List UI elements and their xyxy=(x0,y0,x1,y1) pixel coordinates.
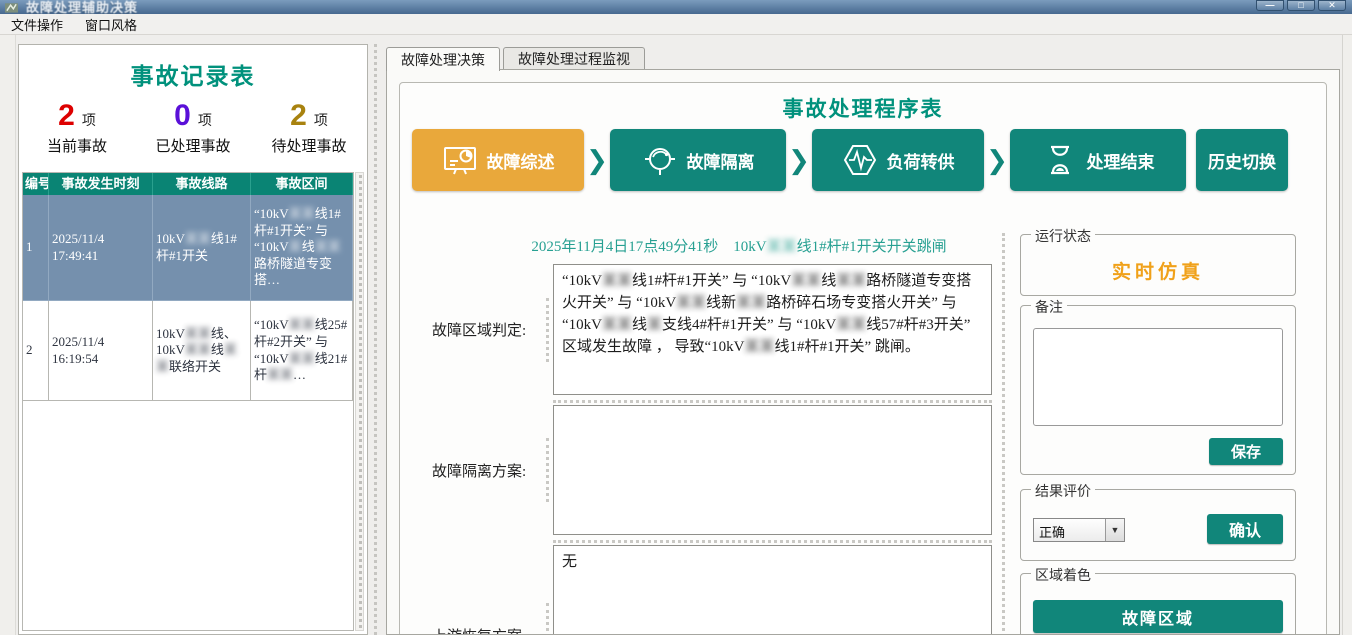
notes-legend: 备注 xyxy=(1031,297,1067,317)
stat-current-unit: 项 xyxy=(82,110,96,130)
title-bar: 故障处理辅助决策 — □ ✕ xyxy=(0,0,1352,14)
stat-current-value: 2 xyxy=(58,101,75,131)
maximize-button[interactable]: □ xyxy=(1287,0,1315,11)
fault-area-color-button[interactable]: 故障区域 xyxy=(1033,600,1283,633)
step-process-end-button[interactable]: 处理结束 xyxy=(1010,129,1186,191)
menu-bar: 文件操作 窗口风格 xyxy=(0,14,1352,35)
row2-line: 10kV某某线、10kV某某线某某联络开关 xyxy=(156,326,247,376)
stat-pending-accidents: 2 项 待处理事故 xyxy=(251,101,367,156)
accident-stats: 2 项 当前事故 0 项 已处理事故 2 项 待处理事故 xyxy=(19,101,367,156)
close-button[interactable]: ✕ xyxy=(1318,0,1346,11)
evaluation-selected-option: 正确 xyxy=(1034,519,1105,541)
step-label: 处理结束 xyxy=(1087,148,1155,173)
step-label: 故障隔离 xyxy=(687,148,755,173)
menu-window-style[interactable]: 窗口风格 xyxy=(74,15,148,34)
upstream-recovery-textbox[interactable]: 无 xyxy=(553,545,992,635)
upstream-recovery-label: 上游恢复方案: xyxy=(432,545,544,635)
row2-id: 2 xyxy=(26,342,45,359)
stat-pending-value: 2 xyxy=(290,101,307,131)
history-switch-button[interactable]: 历史切换 xyxy=(1196,129,1288,191)
evaluation-select[interactable]: 正确 ▼ xyxy=(1033,518,1125,542)
header-time[interactable]: 事故发生时刻 xyxy=(49,173,153,195)
fault-isolation-row: 故障隔离方案: xyxy=(418,405,992,535)
table-scrollbar[interactable] xyxy=(355,172,364,631)
chevron-down-icon: ▼ xyxy=(1105,519,1124,541)
procedure-group: 事故处理程序表 故障综述 ❯ xyxy=(399,82,1327,635)
table-row[interactable]: 1 2025/11/4 17:49:41 10kV某某线1#杆#1开关 “10k… xyxy=(23,195,353,301)
accident-table: 编号 事故发生时刻 事故线路 事故区间 1 2025/11/4 17:49:41… xyxy=(22,172,354,631)
horizontal-splitter-handle[interactable] xyxy=(553,540,992,543)
row1-time: 2025/11/4 17:49:41 xyxy=(52,231,149,264)
stat-processed-value: 0 xyxy=(174,101,191,131)
stat-processed-label: 已处理事故 xyxy=(135,135,251,156)
menu-file-operations[interactable]: 文件操作 xyxy=(0,15,74,34)
stat-current-label: 当前事故 xyxy=(19,135,135,156)
stat-processed-accidents: 0 项 已处理事故 xyxy=(135,101,251,156)
evaluation-group: 结果评价 正确 ▼ 确认 xyxy=(1020,489,1296,561)
hourglass-icon xyxy=(1042,142,1078,178)
tab-fault-decision[interactable]: 故障处理决策 xyxy=(386,47,500,71)
procedure-steps: 故障综述 ❯ 故障隔离 ❯ 负荷转供 xyxy=(412,129,1316,191)
stat-pending-unit: 项 xyxy=(314,110,328,130)
procedure-title: 事故处理程序表 xyxy=(400,93,1326,123)
table-row[interactable]: 2 2025/11/4 16:19:54 10kV某某线、10kV某某线某某联络… xyxy=(23,301,353,401)
upstream-recovery-row: 上游恢复方案: 无 xyxy=(418,545,992,635)
row2-time: 2025/11/4 16:19:54 xyxy=(52,334,149,367)
evaluation-legend: 结果评价 xyxy=(1031,481,1095,501)
accident-record-panel: 事故记录表 2 项 当前事故 0 项 已处理事故 2 项 待处理事故 编号 xyxy=(18,44,368,635)
accident-table-header: 编号 事故发生时刻 事故线路 事故区间 xyxy=(23,173,353,195)
horizontal-splitter-handle[interactable] xyxy=(553,400,992,403)
row-splitter-handle[interactable] xyxy=(546,298,549,362)
step-fault-summary-button[interactable]: 故障综述 xyxy=(412,129,584,191)
window-title: 故障处理辅助决策 xyxy=(26,0,138,14)
tab-process-monitor[interactable]: 故障处理过程监视 xyxy=(503,47,645,70)
step-arrow-icon: ❯ xyxy=(584,147,610,173)
notes-input[interactable] xyxy=(1033,328,1283,426)
app-icon xyxy=(5,1,18,13)
confirm-button[interactable]: 确认 xyxy=(1207,514,1283,544)
row1-area: “10kV某某线1#杆#1开关” 与 “10kV某线某某路桥隧道专变搭… xyxy=(254,206,349,289)
step-arrow-icon: ❯ xyxy=(786,147,812,173)
coloring-legend: 区域着色 xyxy=(1031,565,1095,585)
panel-splitter-handle[interactable] xyxy=(370,44,382,635)
notes-group: 备注 保存 xyxy=(1020,305,1296,475)
step-load-transfer-button[interactable]: 负荷转供 xyxy=(812,129,984,191)
stat-current-accidents: 2 项 当前事故 xyxy=(19,101,135,156)
row-splitter-handle[interactable] xyxy=(546,603,549,635)
window-frame-left xyxy=(0,35,16,635)
stat-pending-label: 待处理事故 xyxy=(251,135,367,156)
tab-bar: 故障处理决策 故障处理过程监视 xyxy=(386,47,645,70)
fault-area-textbox[interactable]: “10kV某某线1#杆#1开关” 与 “10kV某某线某某路桥隧道专变搭火开关”… xyxy=(553,264,992,395)
header-id[interactable]: 编号 xyxy=(23,173,49,195)
fault-isolation-textbox[interactable] xyxy=(553,405,992,535)
detector-icon xyxy=(642,142,678,178)
window-frame-right xyxy=(1342,35,1352,635)
hexagon-wave-icon xyxy=(842,142,878,178)
fault-area-row: 故障区域判定: “10kV某某线1#杆#1开关” 与 “10kV某某线某某路桥隧… xyxy=(418,264,992,395)
step-fault-isolation-button[interactable]: 故障隔离 xyxy=(610,129,786,191)
accident-record-title: 事故记录表 xyxy=(19,57,367,91)
coloring-group: 区域着色 故障区域 xyxy=(1020,573,1296,635)
event-summary-line: 2025年11月4日17点49分41秒 10kV某某线1#杆#1开关开关跳闸 xyxy=(486,235,992,256)
fault-area-label: 故障区域判定: xyxy=(432,264,544,395)
vertical-splitter-handle[interactable] xyxy=(1002,233,1005,635)
minimize-button[interactable]: — xyxy=(1256,0,1284,11)
fault-decision-panel: 事故处理程序表 故障综述 ❯ xyxy=(386,69,1340,635)
header-line[interactable]: 事故线路 xyxy=(153,173,251,195)
step-label: 负荷转供 xyxy=(887,148,955,173)
run-status-group: 运行状态 实时仿真 xyxy=(1020,234,1296,296)
fault-isolation-label: 故障隔离方案: xyxy=(432,405,544,535)
row1-line: 10kV某某线1#杆#1开关 xyxy=(156,231,247,264)
run-status-legend: 运行状态 xyxy=(1031,226,1095,246)
step-label: 故障综述 xyxy=(487,148,555,173)
save-button[interactable]: 保存 xyxy=(1209,438,1283,465)
row-splitter-handle[interactable] xyxy=(546,438,549,502)
presentation-icon xyxy=(442,142,478,178)
run-status-value: 实时仿真 xyxy=(1021,257,1295,284)
row1-id: 1 xyxy=(26,239,45,256)
stat-processed-unit: 项 xyxy=(198,110,212,130)
header-area[interactable]: 事故区间 xyxy=(251,173,353,195)
step-arrow-icon: ❯ xyxy=(984,147,1010,173)
row2-area: “10kV某某线25#杆#2开关” 与 “10kV某某线21#杆某某… xyxy=(254,317,349,384)
